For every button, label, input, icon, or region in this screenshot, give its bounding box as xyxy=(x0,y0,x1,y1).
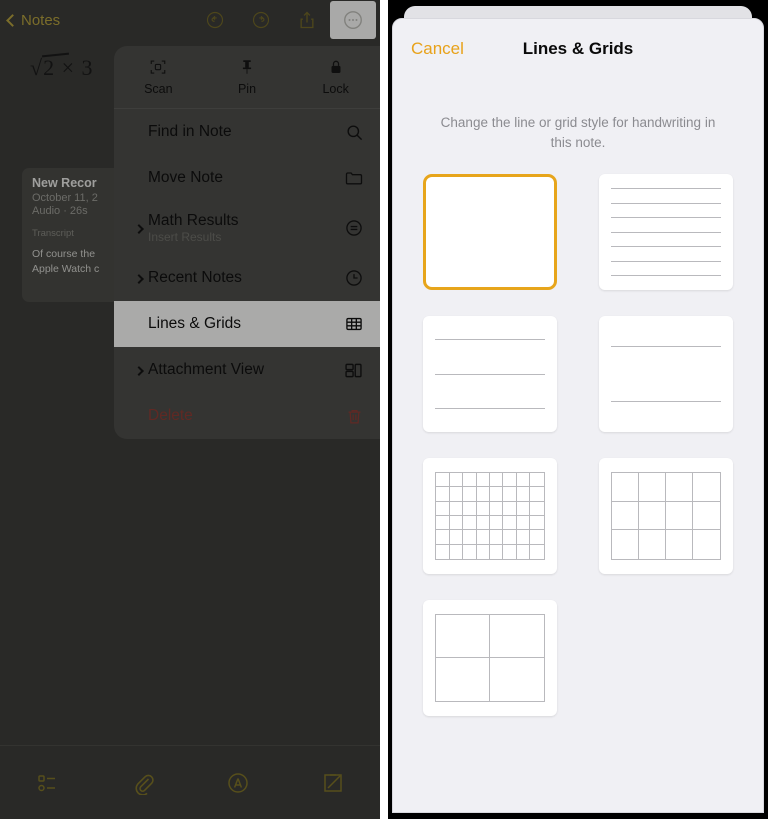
style-preview-blank xyxy=(426,177,554,287)
menu-item-sublabel: Insert Results xyxy=(148,230,222,245)
lock-icon xyxy=(331,60,341,73)
style-preview-grid xyxy=(435,614,545,703)
sheet-header: Cancel Lines & Grids xyxy=(393,19,763,79)
cancel-button[interactable]: Cancel xyxy=(411,39,464,59)
menu-item-delete[interactable]: Delete xyxy=(114,393,380,439)
chevron-right-icon xyxy=(134,224,144,234)
style-option-none[interactable] xyxy=(423,174,557,291)
style-preview-grid xyxy=(611,472,721,561)
chevron-right-icon xyxy=(134,274,144,284)
menu-item-label: Math Results xyxy=(148,211,239,229)
style-option-grid-medium[interactable] xyxy=(599,458,733,575)
redo-icon[interactable] xyxy=(238,0,284,40)
back-button-label: Notes xyxy=(21,11,61,29)
bottom-toolbar xyxy=(0,745,380,819)
lock-action-label: Lock xyxy=(322,82,349,96)
menu-item-label: Find in Note xyxy=(148,123,232,141)
menu-item-label: Move Note xyxy=(148,169,223,187)
trash-icon xyxy=(338,407,364,426)
folder-icon xyxy=(338,168,364,188)
share-icon[interactable] xyxy=(284,0,330,40)
chevron-left-icon xyxy=(6,13,19,27)
style-preview-lines xyxy=(611,188,721,277)
paperclip-icon[interactable] xyxy=(95,771,190,795)
sheet-description: Change the line or grid style for handwr… xyxy=(440,115,716,150)
scan-action-label: Scan xyxy=(144,82,173,96)
radicand: 2 xyxy=(43,55,56,80)
attachment-view-icon xyxy=(338,360,364,381)
style-option-lines-medium[interactable] xyxy=(423,316,557,433)
undo-icon[interactable] xyxy=(192,0,238,40)
more-icon[interactable] xyxy=(330,1,376,39)
checklist-icon[interactable] xyxy=(0,771,95,795)
expression-suffix: × 3 xyxy=(61,55,94,80)
style-option-grid-small[interactable] xyxy=(423,458,557,575)
menu-item-label: Lines & Grids xyxy=(148,315,242,333)
lines-and-grids-sheet: Cancel Lines & Grids Change the line or … xyxy=(392,18,764,813)
math-results-icon xyxy=(338,218,364,238)
lock-action[interactable]: Lock xyxy=(291,46,380,108)
menu-item-label: Delete xyxy=(148,407,193,425)
context-menu: Scan Pin Lock Find in Note Move Note Mat… xyxy=(114,46,380,439)
menu-item-recent-notes[interactable]: Recent Notes xyxy=(114,255,380,301)
lines-and-grids-sheet-panel: Cancel Lines & Grids Change the line or … xyxy=(388,0,768,819)
menu-item-label: Attachment View xyxy=(148,361,265,379)
scan-action[interactable]: Scan xyxy=(114,46,203,108)
scan-icon xyxy=(151,60,166,74)
screenshot-root: Notes √2 × 3 New Recor October 11, 2 Aud… xyxy=(0,0,768,819)
style-option-lines-narrow[interactable] xyxy=(599,174,733,291)
pin-action[interactable]: Pin xyxy=(203,46,292,108)
compose-icon[interactable] xyxy=(285,771,380,795)
style-preview-lines xyxy=(435,339,545,409)
menu-item-lines-and-grids[interactable]: Lines & Grids xyxy=(114,301,380,347)
grid-icon xyxy=(338,314,364,334)
menu-item-find-in-note[interactable]: Find in Note xyxy=(114,109,380,155)
navigation-bar: Notes xyxy=(0,0,380,40)
style-preview-grid xyxy=(435,472,545,561)
panel-separator xyxy=(380,0,388,819)
context-menu-quick-actions: Scan Pin Lock xyxy=(114,46,380,108)
style-preview-lines xyxy=(611,346,721,402)
menu-item-attachment-view[interactable]: Attachment View xyxy=(114,347,380,393)
pin-icon xyxy=(242,60,252,74)
handwritten-math-expression: √2 × 3 xyxy=(30,52,94,81)
notes-app-panel: Notes √2 × 3 New Recor October 11, 2 Aud… xyxy=(0,0,380,819)
clock-icon xyxy=(338,268,364,288)
menu-item-math-results[interactable]: Math Results Insert Results xyxy=(114,201,380,255)
radical-symbol: √ xyxy=(30,55,44,80)
back-to-notes-button[interactable]: Notes xyxy=(6,11,61,29)
style-option-grid-large[interactable] xyxy=(423,600,557,717)
style-options-grid xyxy=(413,174,743,717)
search-icon xyxy=(338,123,364,142)
pin-action-label: Pin xyxy=(237,82,257,96)
style-option-lines-wide[interactable] xyxy=(599,316,733,433)
markup-icon[interactable] xyxy=(190,771,285,795)
menu-item-label: Recent Notes xyxy=(148,269,242,287)
chevron-right-icon xyxy=(134,366,144,376)
menu-item-move-note[interactable]: Move Note xyxy=(114,155,380,201)
